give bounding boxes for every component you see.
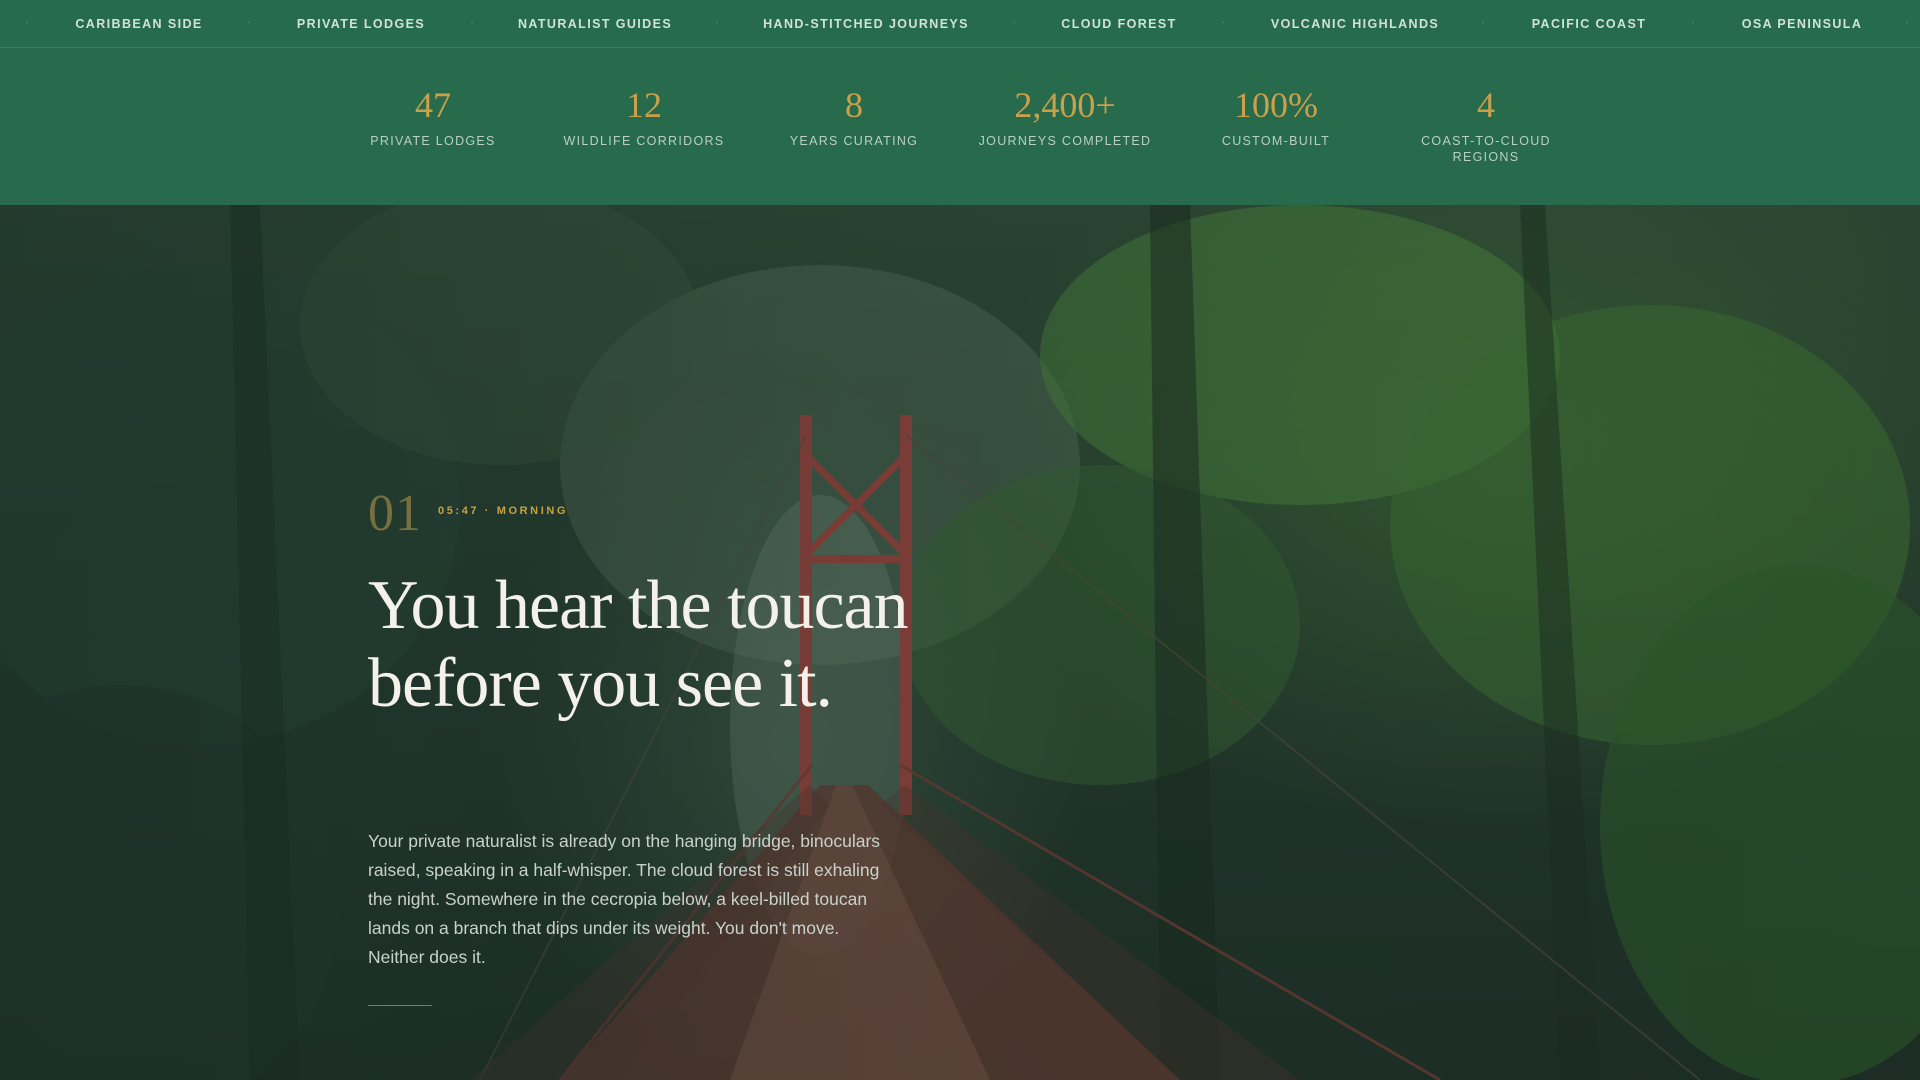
stat-label: COAST-TO-CLOUD REGIONS [1421, 134, 1551, 164]
hero-headline: You hear the toucan before you see it. [368, 567, 909, 722]
nav-item-naturalist-guides[interactable]: NATURALIST GUIDES [518, 17, 672, 31]
nav-item-caribbean-side[interactable]: CARIBBEAN SIDE [75, 17, 202, 31]
hero-overlay [0, 205, 1920, 1080]
stat-value: 2,400+ [1014, 85, 1116, 125]
nav-separator: · [247, 17, 251, 28]
stat-journeys-completed: 2,400+ JOURNEYS COMPLETED [955, 87, 1175, 149]
stat-label: JOURNEYS COMPLETED [978, 134, 1152, 148]
nav-item-osa-peninsula[interactable]: OSA PENINSULA [1742, 17, 1863, 31]
chapter-marker: 01 05:47 · MORNING [368, 488, 568, 540]
stat-custom-built: 100% CUSTOM-BUILT [1166, 87, 1386, 149]
stat-label: CUSTOM-BUILT [1221, 134, 1331, 148]
stat-label: YEARS CURATING [789, 134, 919, 148]
stat-value: 100% [1234, 85, 1318, 125]
chapter-number: 01 [368, 485, 422, 542]
stat-value: 47 [415, 85, 451, 125]
nav-separator: · [25, 17, 29, 28]
nav-item-cloud-forest[interactable]: CLOUD FOREST [1061, 17, 1176, 31]
stat-label: PRIVATE LODGES [370, 134, 496, 148]
hero-section: 01 05:47 · MORNING You hear the toucan b… [0, 205, 1920, 1080]
stat-years-curating: 8 YEARS CURATING [744, 87, 964, 149]
stat-label: WILDLIFE CORRIDORS [563, 134, 725, 148]
top-navigation: · CARIBBEAN SIDE · PRIVATE LODGES · NATU… [0, 0, 1920, 48]
nav-item-private-lodges[interactable]: PRIVATE LODGES [297, 17, 425, 31]
nav-item-pacific-coast[interactable]: PACIFIC COAST [1532, 17, 1647, 31]
nav-separator: · [1012, 17, 1016, 28]
nav-item-volcanic-highlands[interactable]: VOLCANIC HIGHLANDS [1271, 17, 1439, 31]
nav-item-hand-stitched-journeys[interactable]: HAND-STITCHED JOURNEYS [763, 17, 969, 31]
divider-rule [368, 1005, 432, 1006]
nav-separator: · [1691, 17, 1695, 28]
nav-separator: · [1905, 17, 1909, 28]
stat-value: 12 [626, 85, 662, 125]
hero-body-copy: Your private naturalist is already on th… [368, 831, 881, 967]
nav-separator: · [1481, 17, 1485, 28]
stats-band: 47 PRIVATE LODGES 12 WILDLIFE CORRIDORS … [0, 49, 1920, 205]
stat-coast-to-cloud-regions: 4 COAST-TO-CLOUD REGIONS [1411, 87, 1561, 165]
stat-value: 8 [845, 85, 863, 125]
nav-separator: · [715, 17, 719, 28]
nav-separator: · [470, 17, 474, 28]
chapter-time-label: 05:47 · MORNING [438, 505, 569, 517]
stat-value: 4 [1477, 85, 1495, 125]
nav-separator: · [1221, 17, 1225, 28]
stat-wildlife-corridors: 12 WILDLIFE CORRIDORS [534, 87, 754, 149]
stat-private-lodges: 47 PRIVATE LODGES [323, 87, 543, 149]
